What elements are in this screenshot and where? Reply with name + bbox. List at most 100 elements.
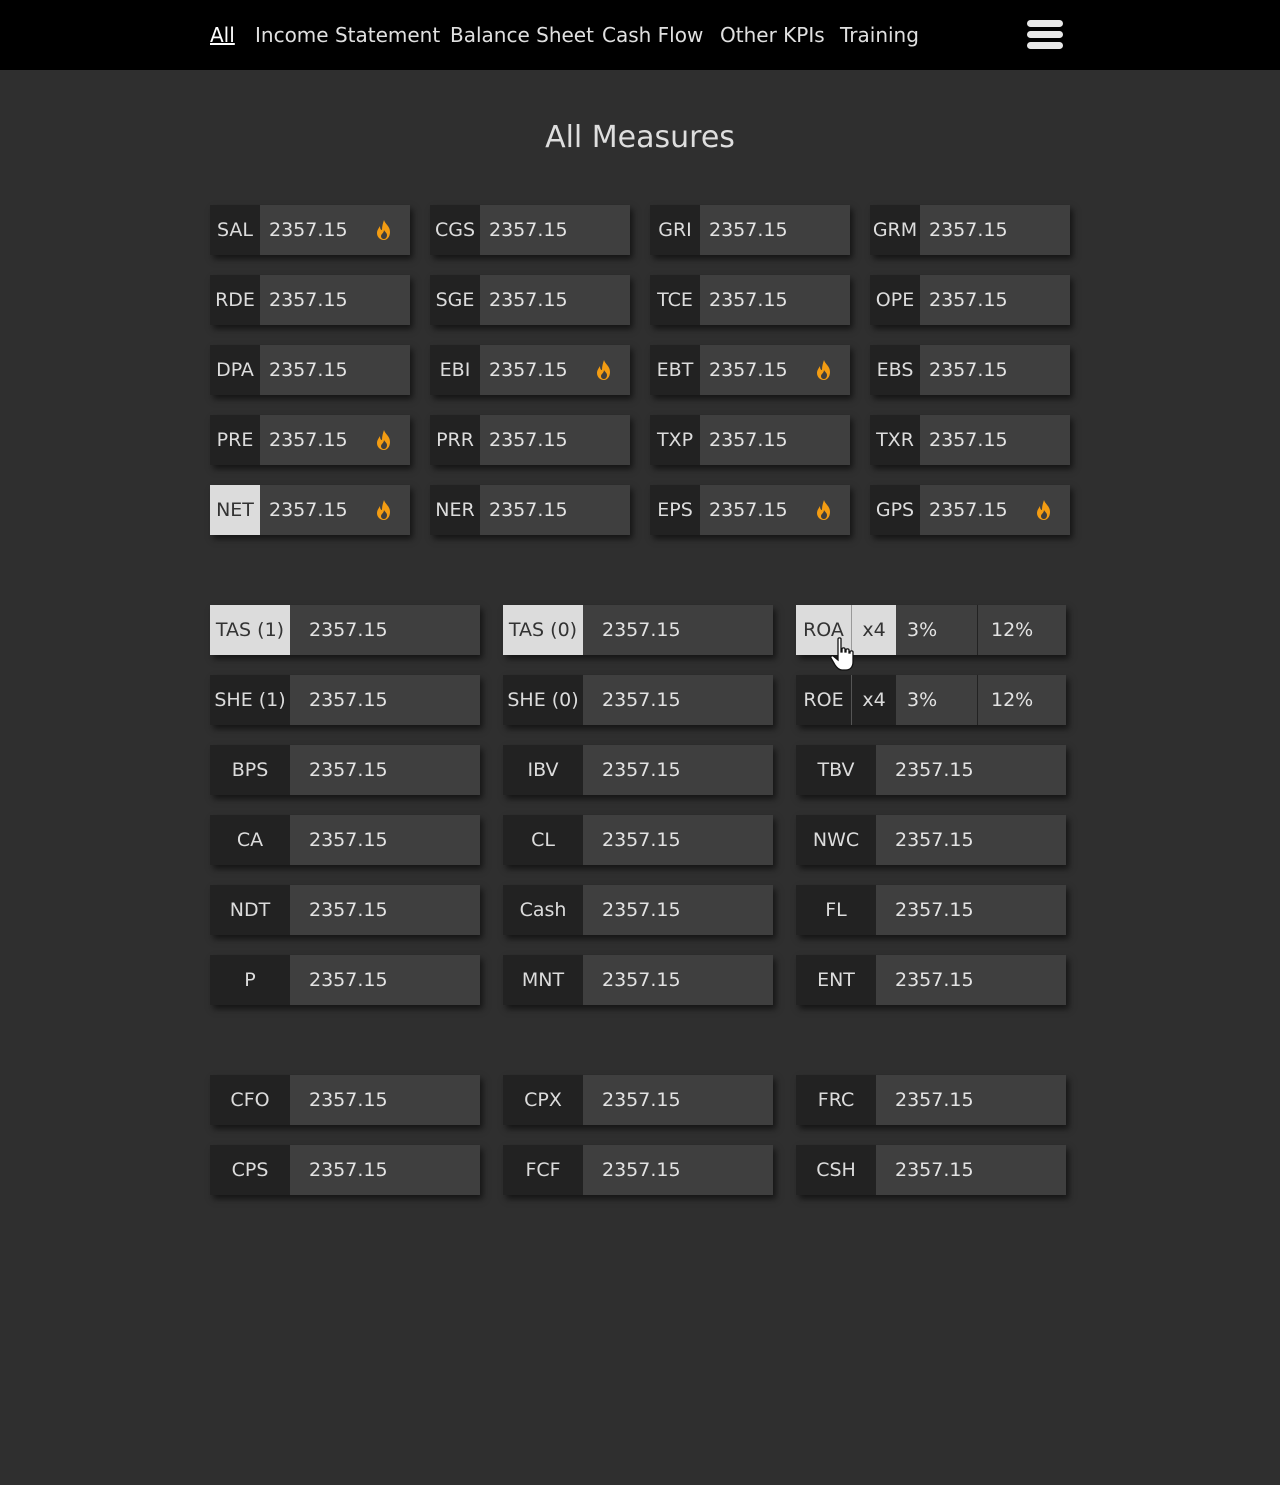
measure-label-frc[interactable]: FRC [796, 1075, 876, 1125]
measure-tile-ebs: EBS 2357.15 [870, 345, 1070, 395]
measure-label-pre[interactable]: PRE [210, 415, 260, 465]
measure-label-cpx[interactable]: CPX [503, 1075, 583, 1125]
measure-value: 2357.15 [290, 745, 480, 795]
measure-value: 2357.15 [583, 605, 773, 655]
measure-label-cgs[interactable]: CGS [430, 205, 480, 255]
measure-value: 2357.15 [583, 1145, 773, 1195]
measure-value: 2357.15 [583, 745, 773, 795]
measure-label-ner[interactable]: NER [430, 485, 480, 535]
flame-icon [377, 500, 390, 520]
measure-label-tas-0[interactable]: TAS (0) [503, 605, 583, 655]
measure-tile-bps: BPS 2357.15 [210, 745, 480, 795]
measure-tile-cash: Cash 2357.15 [503, 885, 773, 935]
measure-tile-ner: NER 2357.15 [430, 485, 630, 535]
measure-label-fl[interactable]: FL [796, 885, 876, 935]
measure-label-mnt[interactable]: MNT [503, 955, 583, 1005]
measure-label-ope[interactable]: OPE [870, 275, 920, 325]
page-title: All Measures [545, 120, 735, 155]
measure-tile-cgs: CGS 2357.15 [430, 205, 630, 255]
measure-label-tce[interactable]: TCE [650, 275, 700, 325]
measure-label-ebs[interactable]: EBS [870, 345, 920, 395]
measure-value: 2357.15 [260, 275, 410, 325]
measure-value: 2357.15 [920, 415, 1070, 465]
measure-label-eps[interactable]: EPS [650, 485, 700, 535]
measure-value: 2357.15 [260, 485, 410, 535]
nav-link-cash-flow[interactable]: Cash Flow [602, 21, 703, 49]
flame-icon [377, 220, 390, 240]
measure-label-rde[interactable]: RDE [210, 275, 260, 325]
measure-label-dpa[interactable]: DPA [210, 345, 260, 395]
measure-tile-ibv: IBV 2357.15 [503, 745, 773, 795]
measure-tile-cpx: CPX 2357.15 [503, 1075, 773, 1125]
measure-value: 2357.15 [480, 275, 630, 325]
measure-value: 2357.15 [700, 275, 850, 325]
measure-tile-txp: TXP 2357.15 [650, 415, 850, 465]
measure-label-ebt[interactable]: EBT [650, 345, 700, 395]
measure-label-prr[interactable]: PRR [430, 415, 480, 465]
measure-label-gri[interactable]: GRI [650, 205, 700, 255]
measure-label-sal[interactable]: SAL [210, 205, 260, 255]
measure-label-sge[interactable]: SGE [430, 275, 480, 325]
hamburger-menu-icon[interactable] [1027, 20, 1063, 50]
measure-tile-prr: PRR 2357.15 [430, 415, 630, 465]
nav-link-other-kpis[interactable]: Other KPIs [720, 21, 825, 49]
measure-value: 2357.15 [583, 885, 773, 935]
measure-label-cl[interactable]: CL [503, 815, 583, 865]
nav-link-balance-sheet[interactable]: Balance Sheet [450, 21, 594, 49]
measure-label-tbv[interactable]: TBV [796, 745, 876, 795]
measure-value: 2357.15 [290, 1145, 480, 1195]
measure-label-txp[interactable]: TXP [650, 415, 700, 465]
nav-link-training[interactable]: Training [840, 21, 919, 49]
measure-label-she-0[interactable]: SHE (0) [503, 675, 583, 725]
measure-value: 2357.15 [920, 485, 1070, 535]
percent-value: 3% [896, 605, 977, 655]
measure-label-p[interactable]: P [210, 955, 290, 1005]
multiplier-button[interactable]: x4 [851, 675, 896, 725]
measure-label-ibv[interactable]: IBV [503, 745, 583, 795]
measure-tile-nwc: NWC 2357.15 [796, 815, 1066, 865]
nav-link-income-statement[interactable]: Income Statement [255, 21, 440, 49]
measure-tile-cfo: CFO 2357.15 [210, 1075, 480, 1125]
measure-tile-cps: CPS 2357.15 [210, 1145, 480, 1195]
measure-label-bps[interactable]: BPS [210, 745, 290, 795]
measure-label-grm[interactable]: GRM [870, 205, 920, 255]
measure-tile-fcf: FCF 2357.15 [503, 1145, 773, 1195]
top-navigation-bar: All Income Statement Balance Sheet Cash … [0, 0, 1280, 70]
measure-tile-sal: SAL 2357.15 [210, 205, 410, 255]
measure-tile-sge: SGE 2357.15 [430, 275, 630, 325]
flame-icon [817, 360, 830, 380]
measure-tile-dpa: DPA 2357.15 [210, 345, 410, 395]
measure-value: 2357.15 [876, 1145, 1066, 1195]
measure-label-ndt[interactable]: NDT [210, 885, 290, 935]
measure-tile-tbv: TBV 2357.15 [796, 745, 1066, 795]
measure-label-net[interactable]: NET [210, 485, 260, 535]
measure-label-ent[interactable]: ENT [796, 955, 876, 1005]
measure-label-csh[interactable]: CSH [796, 1145, 876, 1195]
measure-label-ca[interactable]: CA [210, 815, 290, 865]
measure-label-roe[interactable]: ROE [796, 675, 851, 725]
flame-icon [597, 360, 610, 380]
measure-value: 2357.15 [290, 605, 480, 655]
measure-label-cfo[interactable]: CFO [210, 1075, 290, 1125]
measure-tile-roe: ROE x4 3% 12% [796, 675, 1066, 725]
measure-value: 2357.15 [700, 345, 850, 395]
measure-tile-gri: GRI 2357.15 [650, 205, 850, 255]
measure-tile-ope: OPE 2357.15 [870, 275, 1070, 325]
measure-tile-grm: GRM 2357.15 [870, 205, 1070, 255]
measure-label-cash[interactable]: Cash [503, 885, 583, 935]
measure-label-tas-1[interactable]: TAS (1) [210, 605, 290, 655]
nav-link-all[interactable]: All [210, 21, 235, 49]
measure-value: 2357.15 [480, 345, 630, 395]
measure-label-txr[interactable]: TXR [870, 415, 920, 465]
multiplier-button[interactable]: x4 [851, 605, 896, 655]
measure-label-gps[interactable]: GPS [870, 485, 920, 535]
measure-value: 2357.15 [920, 345, 1070, 395]
measure-label-ebi[interactable]: EBI [430, 345, 480, 395]
measure-tile-ndt: NDT 2357.15 [210, 885, 480, 935]
measure-label-cps[interactable]: CPS [210, 1145, 290, 1195]
measure-label-she-1[interactable]: SHE (1) [210, 675, 290, 725]
measure-tile-ebi: EBI 2357.15 [430, 345, 630, 395]
measure-value: 2357.15 [920, 205, 1070, 255]
measure-label-fcf[interactable]: FCF [503, 1145, 583, 1195]
measure-label-nwc[interactable]: NWC [796, 815, 876, 865]
